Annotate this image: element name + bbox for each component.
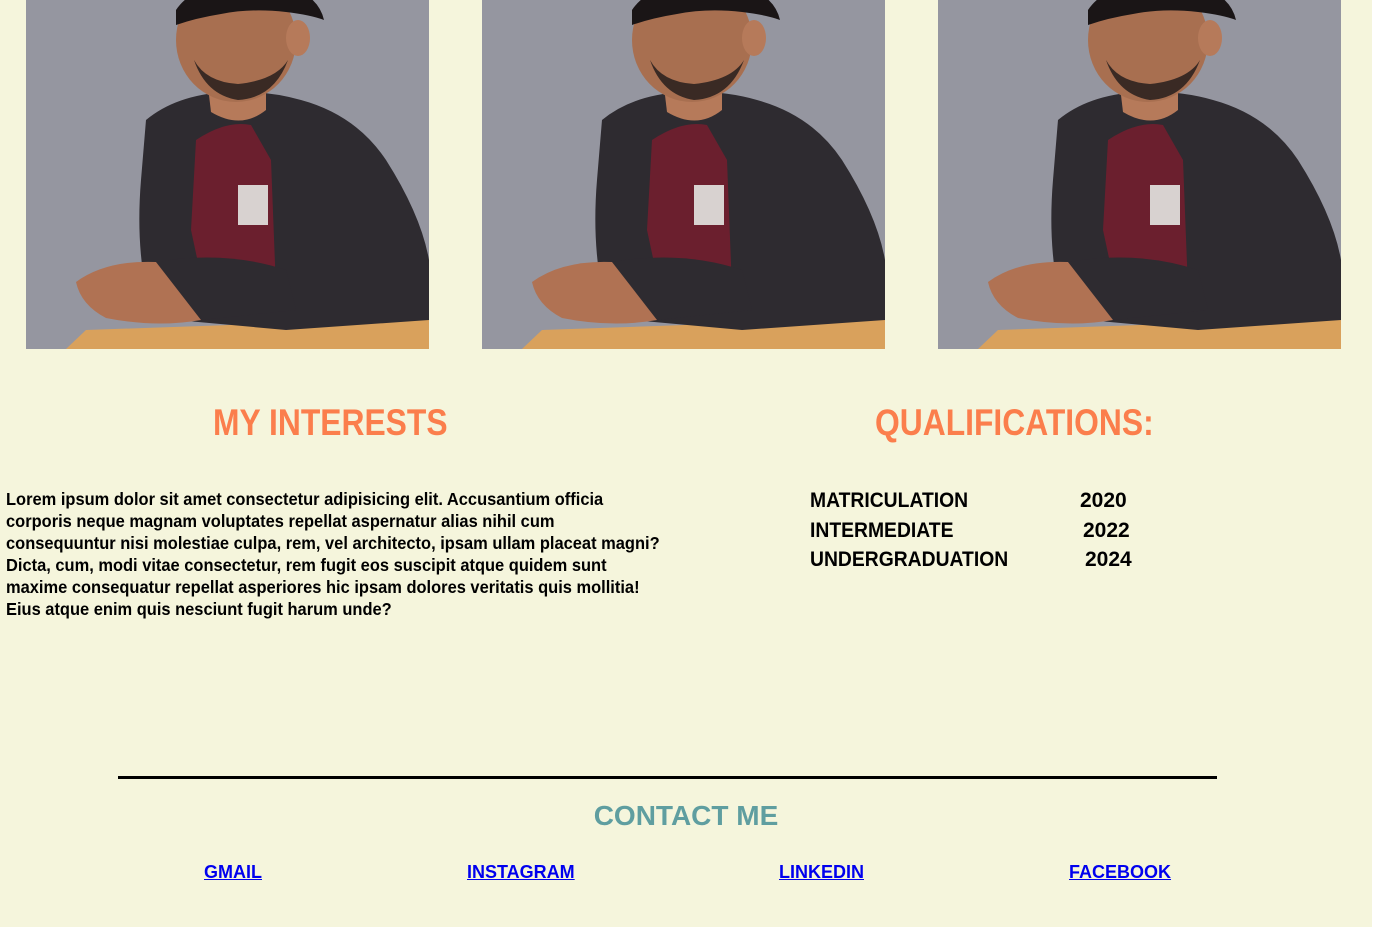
profile-photo (938, 0, 1341, 349)
profile-photo-image (26, 0, 429, 349)
profile-photo-image (938, 0, 1341, 349)
qualification-year: 2024 (1085, 548, 1132, 571)
profile-photo-image (482, 0, 885, 349)
qualification-name: UNDERGRADUATION (810, 548, 1009, 571)
page: MY INTERESTS Lorem ipsum dolor sit amet … (0, 0, 1372, 927)
profile-photo (26, 0, 429, 349)
linkedin-link[interactable]: LINKEDIN (779, 862, 864, 883)
section-divider (118, 776, 1217, 779)
instagram-link[interactable]: INSTAGRAM (467, 862, 575, 883)
interests-text: Lorem ipsum dolor sit amet consectetur a… (6, 489, 660, 619)
interests-heading: MY INTERESTS (213, 402, 448, 443)
qualification-year: 2022 (1083, 518, 1130, 542)
qualification-name: INTERMEDIATE (810, 518, 954, 542)
contact-heading: CONTACT ME (593, 800, 779, 831)
profile-photo (482, 0, 885, 349)
facebook-link[interactable]: FACEBOOK (1069, 862, 1171, 883)
qualification-name: MATRICULATION (810, 489, 969, 512)
gmail-link[interactable]: GMAIL (204, 862, 262, 883)
window-edge (1372, 0, 1384, 927)
qualification-year: 2020 (1080, 489, 1127, 512)
qualifications-heading: QUALIFICATIONS: (875, 402, 1154, 443)
